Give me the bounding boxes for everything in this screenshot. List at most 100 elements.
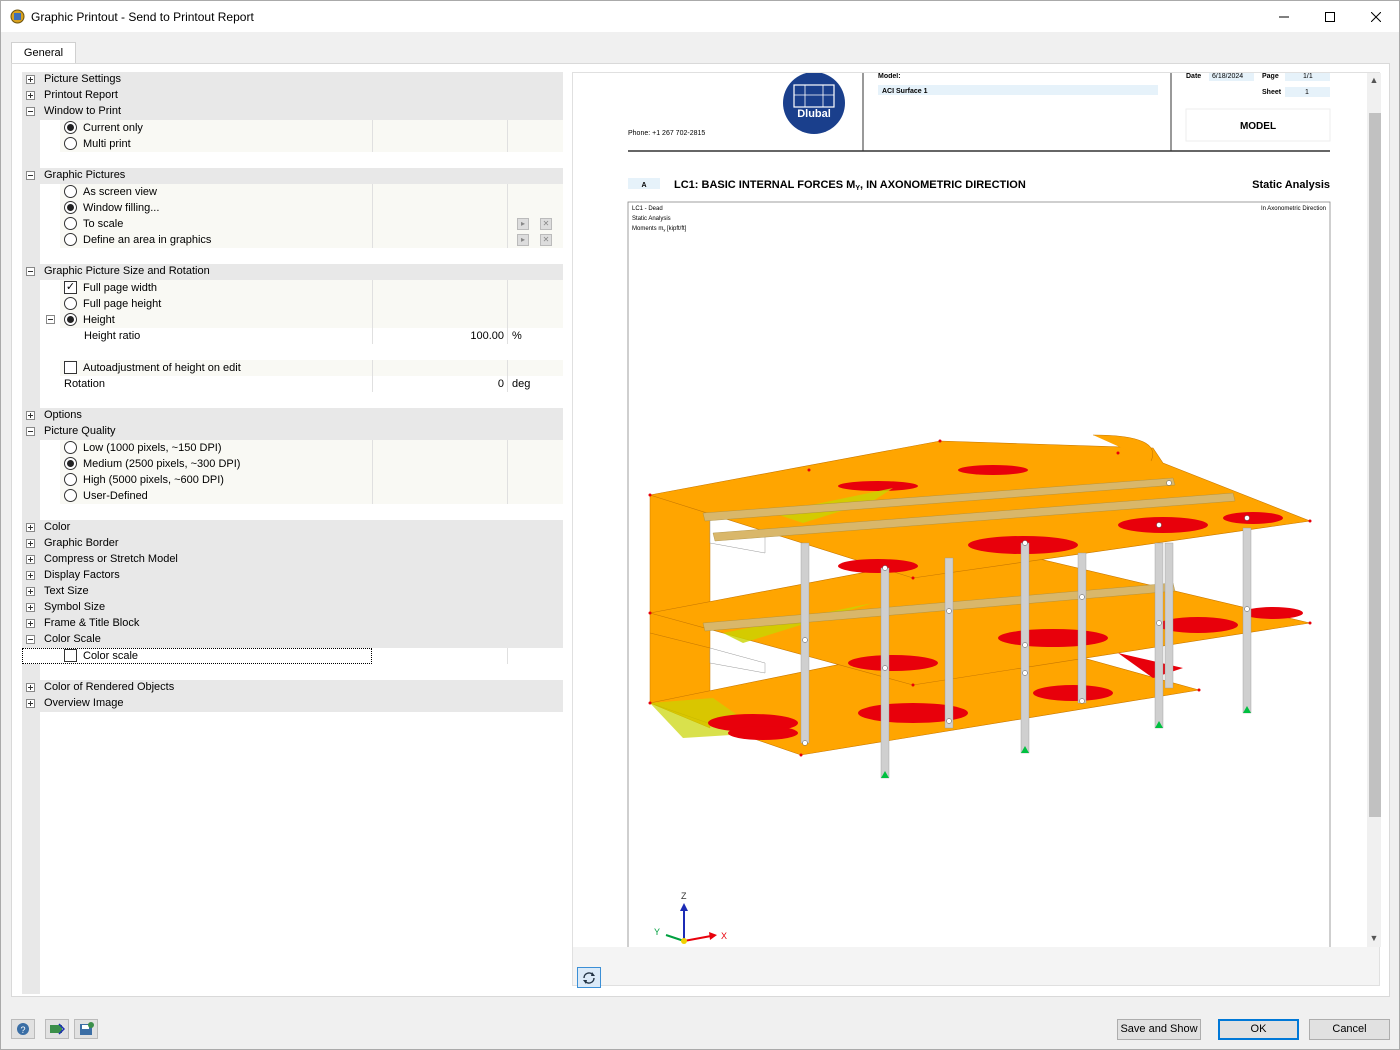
- option-current-only[interactable]: Current only: [22, 120, 563, 136]
- radio-to-scale[interactable]: [64, 217, 77, 230]
- preview-page: Dlubal Phone: +1 267 702-2815 Model: ACI…: [573, 73, 1367, 947]
- settings-tree-panel: Picture Settings Printout Report Window …: [22, 72, 563, 994]
- tree-item-color-scale[interactable]: Color Scale: [22, 632, 563, 648]
- dialog-footer: ? Save and Show OK Cancel: [1, 1009, 1399, 1049]
- collapse-icon[interactable]: [26, 427, 35, 436]
- height-ratio-value[interactable]: 100.00: [402, 330, 504, 342]
- rotation-value[interactable]: 0: [402, 378, 504, 390]
- collapse-icon[interactable]: [26, 171, 35, 180]
- scroll-up-icon[interactable]: ▲: [1369, 75, 1379, 87]
- tree-item-graphic-border[interactable]: Graphic Border: [22, 536, 563, 552]
- option-autoadjust[interactable]: Autoadjustment of height on edit: [22, 360, 563, 376]
- tree-item-display-factors[interactable]: Display Factors: [22, 568, 563, 584]
- checkbox-color-scale[interactable]: [64, 649, 77, 662]
- tree-item-printout-report[interactable]: Printout Report: [22, 88, 563, 104]
- radio-define-area[interactable]: [64, 233, 77, 246]
- tree-item-color-rendered[interactable]: Color of Rendered Objects: [22, 680, 563, 696]
- block-title: MODEL: [1240, 121, 1276, 132]
- expand-icon[interactable]: [26, 683, 35, 692]
- dlubal-logo-icon: [783, 73, 845, 134]
- save-and-show-button[interactable]: Save and Show: [1117, 1019, 1201, 1040]
- radio-full-page-height[interactable]: [64, 297, 77, 310]
- maximize-button[interactable]: [1307, 1, 1353, 32]
- tree-item-color[interactable]: Color: [22, 520, 563, 536]
- radio-current-only[interactable]: [64, 121, 77, 134]
- expand-icon[interactable]: [26, 619, 35, 628]
- delete-area-button[interactable]: ✕: [540, 234, 552, 246]
- expand-icon[interactable]: [26, 411, 35, 420]
- radio-quality-medium[interactable]: [64, 457, 77, 470]
- option-height[interactable]: Height: [22, 312, 563, 328]
- ok-button[interactable]: OK: [1218, 1019, 1299, 1040]
- minimize-button[interactable]: [1261, 1, 1307, 32]
- radio-window-filling[interactable]: [64, 201, 77, 214]
- collapse-icon[interactable]: [46, 315, 55, 324]
- radio-quality-high[interactable]: [64, 473, 77, 486]
- tree-item-picture-quality[interactable]: Picture Quality: [22, 424, 563, 440]
- collapse-icon[interactable]: [26, 635, 35, 644]
- option-quality-user[interactable]: User-Defined: [22, 488, 563, 504]
- delete-scale-button[interactable]: ✕: [540, 218, 552, 230]
- expand-icon[interactable]: [26, 523, 35, 532]
- tree-item-graphic-pictures[interactable]: Graphic Pictures: [22, 168, 563, 184]
- tree-item-compress-stretch[interactable]: Compress or Stretch Model: [22, 552, 563, 568]
- edit-scale-button[interactable]: ▸: [517, 218, 529, 230]
- direction-text: In Axonometric Direction: [1261, 206, 1326, 212]
- expand-icon[interactable]: [26, 587, 35, 596]
- option-define-area[interactable]: Define an area in graphics ▸ ✕: [22, 232, 563, 248]
- section-title: LC1: BASIC INTERNAL FORCES MY, IN AXONOM…: [674, 179, 1026, 192]
- scrollbar-thumb[interactable]: [1369, 113, 1381, 817]
- expand-icon[interactable]: [26, 699, 35, 708]
- tree-item-size-rotation[interactable]: Graphic Picture Size and Rotation: [22, 264, 563, 280]
- radio-height[interactable]: [64, 313, 77, 326]
- collapse-icon[interactable]: [26, 267, 35, 276]
- sheet-label: Sheet: [1262, 89, 1282, 96]
- tree-item-window-to-print[interactable]: Window to Print: [22, 104, 563, 120]
- tree-item-picture-settings[interactable]: Picture Settings: [22, 72, 563, 88]
- option-full-page-width[interactable]: ✓ Full page width: [22, 280, 563, 296]
- tab-general[interactable]: General: [11, 42, 76, 64]
- expand-icon[interactable]: [26, 91, 35, 100]
- collapse-icon[interactable]: [26, 107, 35, 116]
- radio-quality-user[interactable]: [64, 489, 77, 502]
- option-quality-medium[interactable]: Medium (2500 pixels, ~300 DPI): [22, 456, 563, 472]
- tree-item-text-size[interactable]: Text Size: [22, 584, 563, 600]
- dialog-window: Graphic Printout - Send to Printout Repo…: [0, 0, 1400, 1050]
- help-button[interactable]: ?: [11, 1019, 35, 1039]
- rotation-row: Rotation 0 deg: [22, 376, 563, 392]
- option-to-scale[interactable]: To scale ▸ ✕: [22, 216, 563, 232]
- preview-scrollbar[interactable]: ▲ ▼: [1367, 73, 1381, 947]
- cancel-button[interactable]: Cancel: [1309, 1019, 1390, 1040]
- option-multi-print[interactable]: Multi print: [22, 136, 563, 152]
- refresh-preview-button[interactable]: [577, 967, 601, 988]
- option-color-scale[interactable]: Color scale: [22, 648, 563, 664]
- radio-multi-print[interactable]: [64, 137, 77, 150]
- option-as-screen-view[interactable]: As screen view: [22, 184, 563, 200]
- expand-icon[interactable]: [26, 571, 35, 580]
- maximize-icon: [1325, 11, 1335, 22]
- expand-icon[interactable]: [26, 75, 35, 84]
- model-3d-illustration: [648, 434, 1312, 779]
- tree-item-frame-title-block[interactable]: Frame & Title Block: [22, 616, 563, 632]
- option-full-page-height[interactable]: Full page height: [22, 296, 563, 312]
- expand-icon[interactable]: [26, 555, 35, 564]
- radio-as-screen-view[interactable]: [64, 185, 77, 198]
- option-window-filling[interactable]: Window filling...: [22, 200, 563, 216]
- pick-area-button[interactable]: ▸: [517, 234, 529, 246]
- option-quality-low[interactable]: Low (1000 pixels, ~150 DPI): [22, 440, 563, 456]
- tree-item-overview-image[interactable]: Overview Image: [22, 696, 563, 712]
- close-button[interactable]: [1353, 1, 1399, 32]
- radio-quality-low[interactable]: [64, 441, 77, 454]
- tree-item-options[interactable]: Options: [22, 408, 563, 424]
- save-settings-button[interactable]: [74, 1019, 98, 1039]
- expand-icon[interactable]: [26, 603, 35, 612]
- scroll-down-icon[interactable]: ▼: [1369, 933, 1379, 945]
- tree-item-symbol-size[interactable]: Symbol Size: [22, 600, 563, 616]
- units-button[interactable]: [45, 1019, 69, 1039]
- option-quality-high[interactable]: High (5000 pixels, ~600 DPI): [22, 472, 563, 488]
- checkbox-autoadjust[interactable]: [64, 361, 77, 374]
- page-label: Page: [1262, 73, 1279, 80]
- checkbox-full-page-width[interactable]: ✓: [64, 281, 77, 294]
- expand-icon[interactable]: [26, 539, 35, 548]
- sheet-value: 1: [1305, 89, 1309, 96]
